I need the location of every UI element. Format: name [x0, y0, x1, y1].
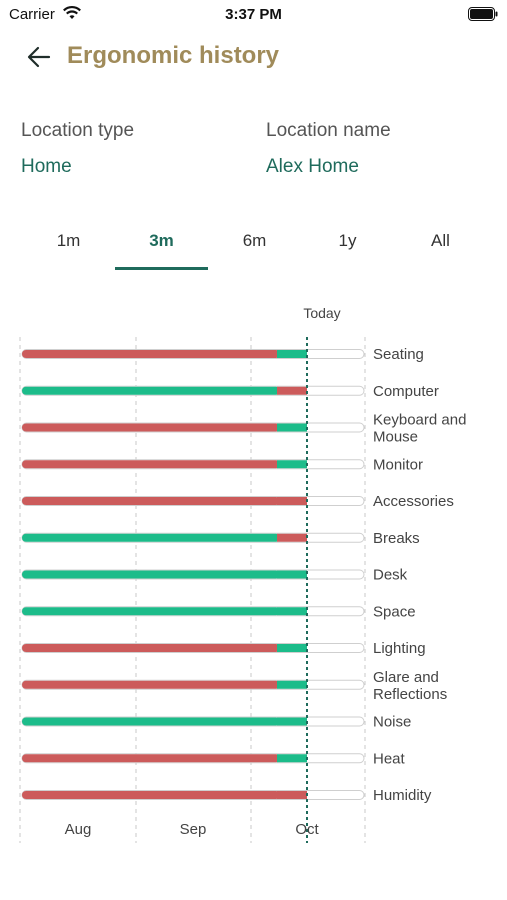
- bar-segment-10-a: [22, 717, 280, 726]
- row-label-0: Seating: [373, 346, 424, 363]
- bar-segment-9-a: [22, 680, 280, 689]
- bar-segment-2-b: [277, 423, 307, 432]
- bar-segment-3-a: [22, 460, 280, 469]
- tab-1m[interactable]: 1m: [22, 228, 115, 270]
- x-tick-label-2: Oct: [295, 821, 319, 838]
- row-label-6: Desk: [373, 567, 408, 584]
- bar-segment-6-a: [22, 570, 280, 579]
- row-label-8: Lighting: [373, 640, 426, 657]
- bar-segment-12-a: [22, 791, 280, 799]
- location-type-value: Home: [21, 156, 72, 177]
- bar-segment-5-b: [277, 533, 307, 542]
- bar-segment-8-b: [277, 644, 307, 652]
- timeline-svg: Today Seating Computer Keyboard and Mouse Mon…: [19, 305, 466, 843]
- tab-1y[interactable]: 1y: [301, 228, 394, 270]
- status-bar: Carrier 3:37 PM: [0, 0, 507, 30]
- bar-segment-10-b: [277, 717, 307, 726]
- bar-segment-6-b: [277, 570, 307, 579]
- bar-segment-0-b: [277, 350, 307, 358]
- row-label-1: Computer: [373, 383, 439, 400]
- row-label-4: Accessories: [373, 493, 454, 510]
- today-label: Today: [303, 305, 340, 321]
- bar-segment-11-b: [277, 754, 307, 763]
- row-label-3: Monitor: [373, 456, 423, 473]
- bar-segment-7-b: [277, 607, 307, 616]
- active-tab-indicator: [115, 267, 208, 270]
- clock: 3:37 PM: [225, 6, 282, 23]
- bar-segment-1-a: [22, 386, 280, 395]
- tab-all[interactable]: All: [394, 228, 487, 270]
- x-tick-label-1: Sep: [180, 821, 207, 838]
- ergonomic-timeline-chart: Today Seating Computer Keyboard and Mouse Mon…: [0, 295, 507, 855]
- tab-6m[interactable]: 6m: [208, 228, 301, 270]
- location-type-label: Location type: [21, 120, 135, 141]
- tab-3m[interactable]: 3m: [115, 228, 208, 270]
- location-name-label: Location name: [266, 120, 391, 141]
- row-label-7: Space: [373, 603, 416, 620]
- row-label-9: Glare and Reflections: [373, 669, 447, 703]
- bar-segment-3-b: [277, 460, 307, 469]
- bar-segment-2-a: [22, 423, 280, 432]
- back-arrow-icon: [27, 46, 51, 68]
- battery-icon: [468, 7, 498, 26]
- row-label-11: Heat: [373, 750, 406, 767]
- period-tabs: 1m 3m 6m 1y All: [22, 228, 487, 270]
- bar-segment-5-a: [22, 533, 280, 542]
- row-label-12: Humidity: [373, 787, 432, 804]
- row-label-10: Noise: [373, 714, 411, 731]
- x-tick-label-0: Aug: [65, 821, 92, 838]
- bar-segment-1-b: [277, 386, 307, 395]
- bar-segment-8-a: [22, 644, 280, 652]
- bar-segment-4-a: [22, 497, 280, 505]
- bar-segment-12-b: [277, 791, 307, 799]
- page-title: Ergonomic history: [67, 42, 280, 69]
- bar-segment-0-a: [22, 350, 280, 358]
- bar-segment-7-a: [22, 607, 280, 616]
- back-button[interactable]: [24, 42, 54, 72]
- bar-segment-11-a: [22, 754, 280, 763]
- row-label-5: Breaks: [373, 530, 420, 547]
- bar-segment-9-b: [277, 680, 307, 689]
- row-label-2: Keyboard and Mouse: [373, 412, 466, 446]
- location-name-value: Alex Home: [266, 156, 359, 177]
- bar-segment-4-b: [277, 497, 307, 505]
